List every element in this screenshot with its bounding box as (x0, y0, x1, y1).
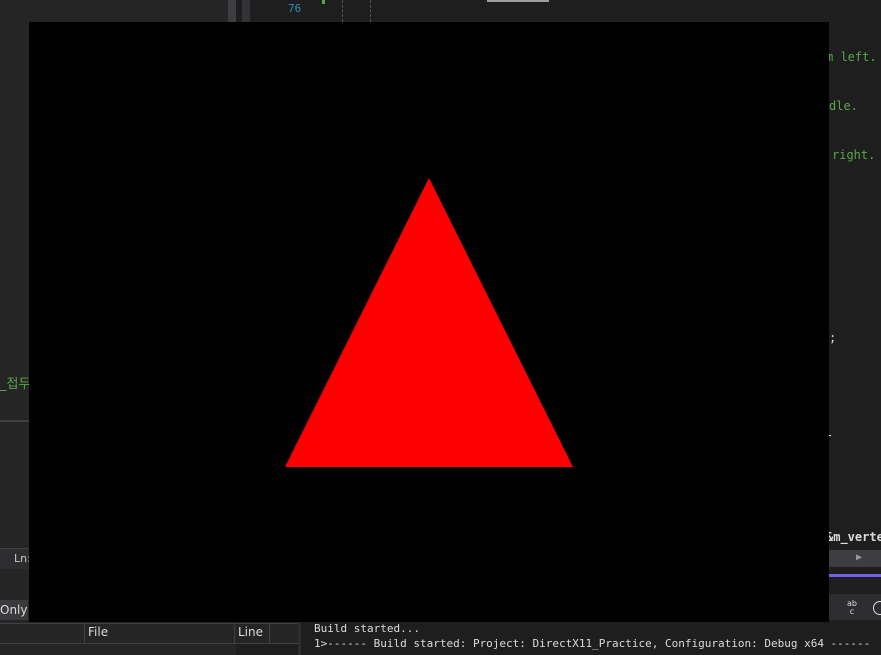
editor-horizontal-scrollbar[interactable] (829, 550, 881, 567)
render-canvas (29, 22, 829, 622)
output-line: 1>------ Build started: Project: DirectX… (314, 637, 871, 650)
directx-render-window[interactable] (29, 22, 829, 622)
code-comment-right: right. (832, 148, 876, 162)
word-wrap-icon[interactable]: ab c (844, 600, 860, 616)
code-semicolon: ; (829, 331, 837, 345)
indent-guide (342, 0, 343, 22)
editor-margin-strip (242, 0, 250, 22)
output-line: Build started... (314, 622, 420, 635)
column-header-file[interactable]: File (88, 625, 108, 639)
column-separator[interactable] (269, 624, 270, 643)
active-panel-accent (829, 574, 881, 577)
clock-icon[interactable] (873, 601, 881, 615)
left-pane-scrollbar[interactable] (228, 0, 236, 22)
code-comment-left: m left. (826, 50, 877, 64)
left-comment-fragment: _접두 (0, 377, 31, 392)
column-separator[interactable] (234, 624, 235, 643)
code-member-reference: &m_verte (826, 530, 881, 544)
column-header-line[interactable]: Line (238, 625, 263, 639)
error-list-header: File Line (0, 623, 298, 644)
editor-tab-indicator[interactable] (487, 0, 549, 2)
code-comment-middle: dle. (829, 99, 858, 113)
scroll-right-arrow-icon[interactable]: ▶ (856, 552, 862, 563)
line-number: 76 (288, 2, 302, 15)
change-indicator (322, 0, 325, 4)
indent-guide (370, 0, 371, 22)
column-separator[interactable] (84, 624, 85, 643)
build-only-filter[interactable]: Only (0, 600, 28, 620)
